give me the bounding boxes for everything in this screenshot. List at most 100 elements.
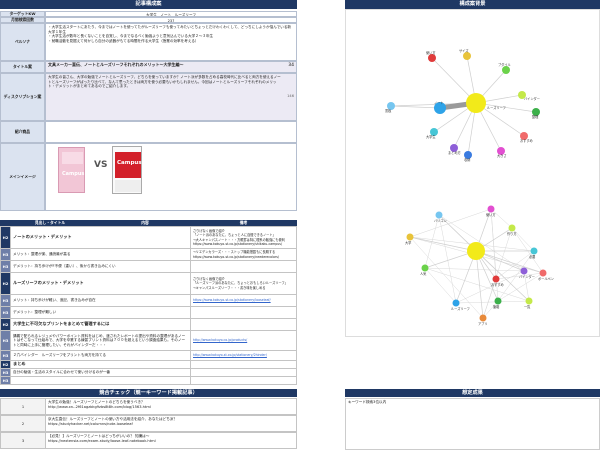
graph1-node-label: 黒板 [385,108,392,113]
graph2-node-label: 使い方 [486,212,496,217]
heading-level-tag: H3 [0,294,11,307]
field-label-description: ディスクリプション案 [0,73,45,121]
outline-remarks [190,368,297,377]
graph1-center-node[interactable] [466,93,486,113]
outline-heading-text: メリット：持ち歩けが軽い、追記、書き込みが自在 [10,294,191,307]
graph-panel-title: 構成案背景 [345,0,600,9]
graph1-node-label: 収納 [464,157,470,162]
outline-remarks[interactable]: http://www.kokuyo-st.co.jp/stationery/2h… [190,350,297,361]
graph2-node[interactable] [435,211,443,219]
graph2-center-node[interactable] [467,242,485,260]
col-content: 内容 [141,220,149,225]
competitor-number: 3 [1,433,46,448]
outline-heading-text: ノートのメリット・デメリット [10,226,191,249]
graph2-node-label: 大学 [405,240,411,245]
field-value-product [45,121,297,143]
heading-level-tag: H3 [0,350,11,361]
outline-remarks [190,360,297,369]
graph1-node-label: 使い方 [426,50,436,55]
heading-level-tag: H3 [0,306,11,319]
competitor-row: 1 大学生の勉強！ルーズリーフとノートのどちらを使うべき？ http://www.x… [0,398,297,415]
outline-row: H3 メリット：持ち歩けが軽い、追記、書き込みが自在 https://www.kok… [0,294,297,307]
memo-text: キーワード検索3位以内 [348,400,387,404]
graph2-node[interactable] [452,299,460,307]
graph1-node[interactable] [463,52,471,60]
field-label-persona: ペルソナ [0,23,45,61]
competitor-url-link[interactable]: https://studyhacker.net/columns/note-loo… [48,422,294,427]
graph2-node[interactable] [406,233,414,241]
outline-heading-text [10,376,191,385]
outline-remarks: さりげなく画像で紹介 「ルーズリーフ派のあなたに、ちょっとおもしろいルーズリーフ… [190,272,297,295]
outline-row: H3 デメリット：持ち歩けがF不便（重い）、後から書き込みにくい [0,260,297,273]
graph1-node-label: 大きさ [497,153,507,158]
outline-heading-text: メリット：整理が楽、通読最が高る [10,248,191,261]
outline-heading-text: まとめ [10,360,191,369]
outline-remarks [190,306,297,319]
heading-level-tag: H2 [0,272,11,295]
graph1-node-label: ノート [434,101,444,105]
competitor-row: 3 【必見！】ルーズリーフとノートはどっちがいいの？ 知識は～ https://ne… [0,432,297,449]
outline-remarks[interactable]: https://www.kokuyo-st.co.jp/stationery/l… [190,294,297,307]
heading-level-tag: H3 [0,368,11,377]
graph2-node[interactable] [487,205,495,213]
outline-remarks[interactable]: →リエデンカラーズ・・・ストップ機能搭載もに長期する https://www.k… [190,248,297,261]
outline-table: 見出し・タイトル 内容 備考 H2 ノートのメリット・デメリット さりげなく画像で紹… [0,220,297,385]
outline-row: H2 大学生に不可欠なプリントをまとめて管理するには [0,318,297,331]
graph2-node-label: 必要 [529,254,536,259]
outline-heading-text: 自分の勉強・生活のスタイルに合わせて使い分けるのが一番 [10,368,191,377]
field-label-product: 紹介商品 [0,121,45,143]
campus-looseleaf-image: Campus [112,146,142,194]
memo-box: キーワード検索3位以内 [345,398,600,450]
graph1-node[interactable] [502,66,510,74]
field-value-persona: ・大学生活スタートにあたり、今まではノートを使ってたがルーズリーフも使ってみたい… [45,23,297,61]
graph1-node-label: ブダイル [498,62,512,67]
outline-row: H2 まとめ [0,360,297,369]
outline-heading-text: 大学生に不可欠なプリントをまとめて管理するには [10,318,191,331]
competitor-url-link[interactable]: https://nextensia.com/exam-study/loose-l… [48,439,294,444]
outline-heading-text: デメリット：持ち歩けがF不便（重い）、後から書き込みにくい [10,260,191,273]
graph2-node[interactable] [508,224,516,232]
graph1-node-label: おすすめ [520,138,533,143]
competitor-list: 1 大学生の勉強！ルーズリーフとノートのどちらを使うべき？ http://www.x… [0,398,297,449]
outline-row: H3 [0,376,297,385]
outline-heading-text: 講義で配られるレジュメやパワーポイント資料をはじめ、渡されたレポートの提出や資料… [10,330,191,351]
graph2-node-label: バインダー [519,274,535,279]
outline-remarks [190,318,297,331]
graph2-node[interactable] [539,269,547,277]
outline-remarks[interactable]: http://www.kokuyo.co.jp/products/ [190,330,297,351]
vs-label: VS [94,160,108,170]
graph2-node[interactable] [520,267,528,275]
field-label-title-idea: タイトル案 [0,61,45,73]
competitor-row: 2 京大生直伝！ルーズリーフとノートの使い方や活用法を紹介、あなたはどち派？ htt… [0,415,297,432]
graph2-edge [409,236,477,252]
outline-remarks [190,376,297,385]
graph2-node[interactable] [494,297,502,305]
competitor-number: 2 [1,416,46,431]
graph-panel: 使い方 サイズ ブダイル バインダー 整理 おすすめ 大きさ 収納 まとめ方 大学生 ノート 黒板 ルー… [345,9,600,337]
outline-remarks [190,260,297,273]
keyword-graph-1: 使い方 サイズブダイルバインダー整理おすすめ大きさ収納まとめ方 大学生 ノート黒板 ルー… [385,48,540,162]
graph2-node[interactable] [525,297,533,305]
description-text: 大学生の皆さん、大学の勉強でノートとルーズリーフ、どちらを使っていますか？ノート… [48,75,281,89]
outline-remarks[interactable]: さりげなく画像で紹介 「ノート派のあなたに、ちょっと人に自慢できるノート」 →大… [190,226,297,249]
graph2-node[interactable] [492,275,500,283]
description-count: 146 [287,94,294,98]
graph1-node-label: まとめ方 [448,150,461,155]
graph1-node[interactable] [428,54,436,62]
outline-row: H2 ノートのメリット・デメリット さりげなく画像で紹介 「ノート派のあなたに、ちょ… [0,226,297,249]
graph2-node[interactable] [530,247,538,255]
field-value-title-idea: 文具メーカー直伝、ノートとルーズリーフそれぞれのメリット～大学生編～ 34 [45,61,297,73]
graph2-node-label: ボールペン [538,276,554,281]
field-label-main-image: メインイメージ [0,143,45,211]
graph2-node[interactable] [479,314,487,322]
heading-level-tag: H3 [0,248,11,261]
graph1-center-label: ルーズリーフ [487,105,506,110]
outline-heading-text: ルーズリーフのメリット・デメリット [10,272,191,295]
competitor-number: 1 [1,399,46,414]
competitor-title: 競合チェック（競ーキーワード掲載記事） [0,389,297,397]
col-heading: 見出し・タイトル [34,220,66,225]
competitor-url-link[interactable]: http://www.xn--2f61agzbkg9zbs8t8h.com/bl… [48,405,294,410]
graph2-node-label: 人気 [420,271,427,276]
graph2-node-label: 一覧 [524,304,531,309]
graph2-node[interactable] [421,264,429,272]
